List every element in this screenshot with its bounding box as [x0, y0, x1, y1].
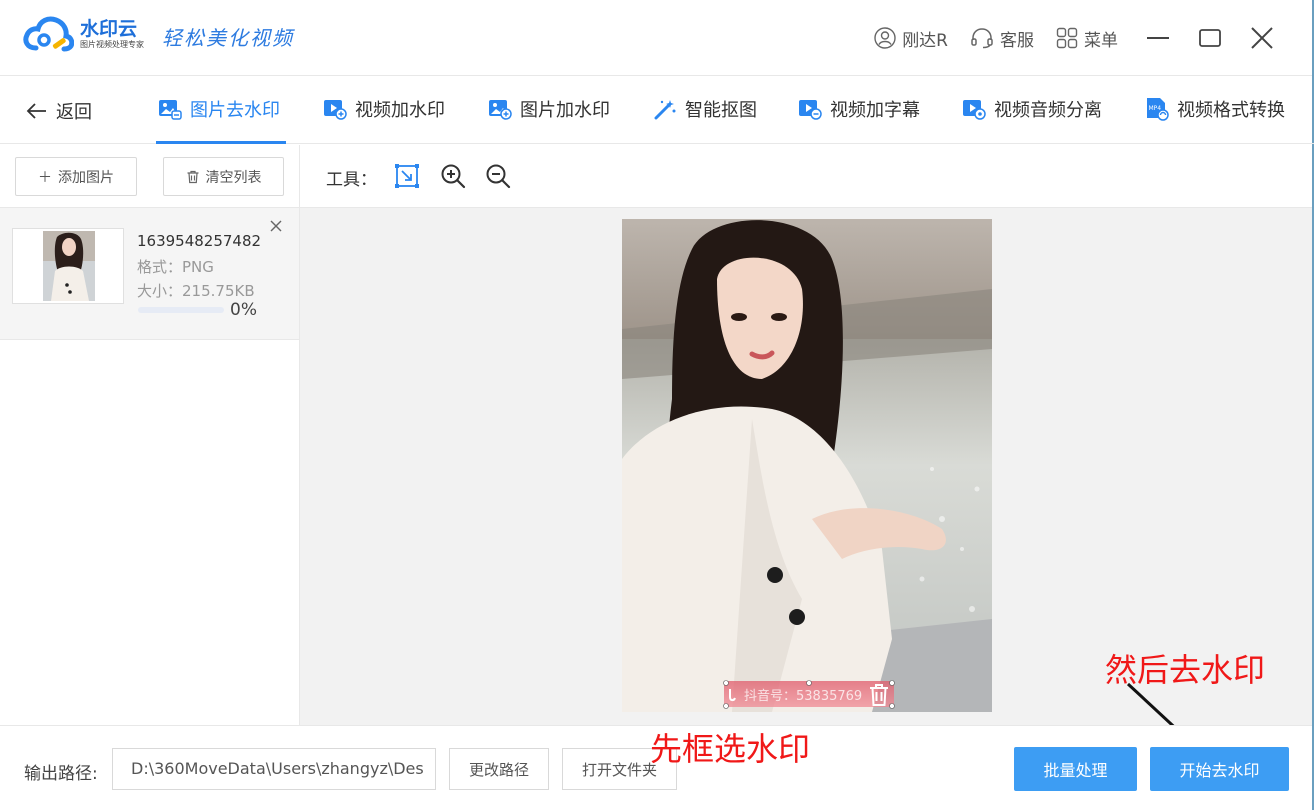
- output-path-label: 输出路径:: [24, 764, 98, 784]
- trash-icon: [187, 170, 198, 183]
- tab-video-add-watermark[interactable]: 视频加水印: [323, 96, 445, 122]
- file-thumbnail: [12, 228, 124, 304]
- canvas-toolbar: 工具：: [300, 145, 1312, 208]
- app-subtitle: 图片视频处理专家: [80, 40, 144, 49]
- tab-label: 视频格式转换: [1177, 100, 1285, 121]
- active-tab-indicator: [156, 141, 286, 144]
- add-image-button[interactable]: ＋ 添加图片: [15, 157, 137, 196]
- output-path-input[interactable]: D:\360MoveData\Users\zhangyz\Des: [112, 748, 436, 790]
- tab-video-audio-split[interactable]: 视频音频分离: [962, 96, 1102, 122]
- user-name: 刚达R: [902, 30, 948, 51]
- video-subtitle-icon: [799, 100, 822, 120]
- clear-list-button[interactable]: 清空列表: [163, 157, 284, 196]
- tab-label: 视频音频分离: [994, 100, 1102, 121]
- app-slogan: 轻松美化视频: [162, 26, 294, 50]
- user-account[interactable]: 刚达R: [874, 26, 948, 51]
- video-audio-icon: [963, 100, 986, 120]
- feature-tabs: 返回 图片去水印 视频加水印 图片加水印 智能抠图 视频加字幕 视频音频分离 M…: [0, 76, 1314, 144]
- customer-service-button[interactable]: 客服: [970, 26, 1034, 51]
- file-list-item[interactable]: 1639548257482 格式：PNG 大小：215.75KB: [0, 207, 299, 340]
- tab-video-subtitle[interactable]: 视频加字幕: [798, 96, 920, 122]
- file-progress-bar: [138, 307, 224, 313]
- title-bar: 水印云 图片视频处理专家 轻松美化视频 刚达R 客服 菜单: [0, 0, 1314, 76]
- batch-process-button[interactable]: 批量处理: [1014, 747, 1137, 791]
- menu-label: 菜单: [1084, 30, 1118, 51]
- tab-label: 智能抠图: [685, 100, 757, 121]
- mp4-file-icon: MP4: [1147, 98, 1169, 121]
- file-format: 格式：PNG: [137, 258, 214, 276]
- start-remove-watermark-button[interactable]: 开始去水印: [1150, 747, 1289, 791]
- cloud-logo-icon: [23, 16, 74, 52]
- file-progress-percent: 0%: [230, 300, 257, 320]
- app-logo: 水印云 图片视频处理专家: [22, 14, 144, 54]
- trash-icon[interactable]: [868, 683, 890, 707]
- tab-label: 图片加水印: [520, 100, 610, 121]
- thumbnail-image: [43, 231, 95, 301]
- zoom-in-icon[interactable]: [440, 163, 466, 189]
- file-name: 1639548257482: [137, 232, 262, 250]
- grid-menu-icon: [1056, 27, 1078, 49]
- tab-label: 视频加水印: [355, 100, 445, 121]
- tab-image-add-watermark[interactable]: 图片加水印: [488, 96, 610, 122]
- back-button[interactable]: 返回: [26, 98, 92, 124]
- close-icon: [270, 220, 282, 232]
- tab-label: 图片去水印: [190, 100, 280, 121]
- app-name: 水印云: [80, 18, 138, 40]
- back-label: 返回: [56, 102, 92, 123]
- tab-image-remove-watermark[interactable]: 图片去水印: [158, 96, 280, 122]
- close-window-button[interactable]: [1244, 20, 1280, 56]
- image-add-icon: [489, 100, 512, 120]
- video-add-icon: [324, 100, 347, 120]
- file-size: 大小：215.75KB: [137, 282, 255, 300]
- arrow-left-icon: [26, 103, 46, 119]
- remove-file-button[interactable]: [270, 217, 282, 236]
- headset-icon: [971, 28, 993, 49]
- customer-service-label: 客服: [1000, 30, 1034, 51]
- tab-smart-cutout[interactable]: 智能抠图: [653, 96, 757, 122]
- magic-wand-icon: [654, 100, 676, 120]
- zoom-out-icon[interactable]: [485, 163, 511, 189]
- user-icon: [874, 27, 896, 49]
- close-icon: [1251, 27, 1273, 49]
- annotation-select-watermark: 先框选水印: [650, 730, 811, 768]
- watermark-text: 抖音号：53835769: [744, 689, 863, 704]
- minimize-button[interactable]: [1140, 20, 1176, 56]
- menu-button[interactable]: 菜单: [1056, 26, 1118, 51]
- plus-icon: ＋: [38, 169, 52, 186]
- preview-image[interactable]: 抖音号：53835769: [622, 219, 992, 712]
- change-path-button[interactable]: 更改路径: [449, 748, 549, 790]
- add-image-label: 添加图片: [58, 169, 114, 186]
- tab-label: 视频加字幕: [830, 100, 920, 121]
- clear-list-label: 清空列表: [205, 169, 262, 186]
- tab-video-format-convert[interactable]: MP4 视频格式转换: [1145, 96, 1285, 122]
- preview-photo: [622, 219, 992, 712]
- image-remove-icon: [159, 100, 182, 120]
- minimize-icon: [1147, 37, 1169, 39]
- tools-label: 工具：: [326, 170, 377, 190]
- file-list-panel: ＋ 添加图片 清空列表 1639548257482 格式：PNG 大小：215.…: [0, 145, 300, 725]
- maximize-button[interactable]: [1192, 20, 1228, 56]
- maximize-icon: [1199, 29, 1221, 47]
- select-region-icon[interactable]: [394, 163, 420, 189]
